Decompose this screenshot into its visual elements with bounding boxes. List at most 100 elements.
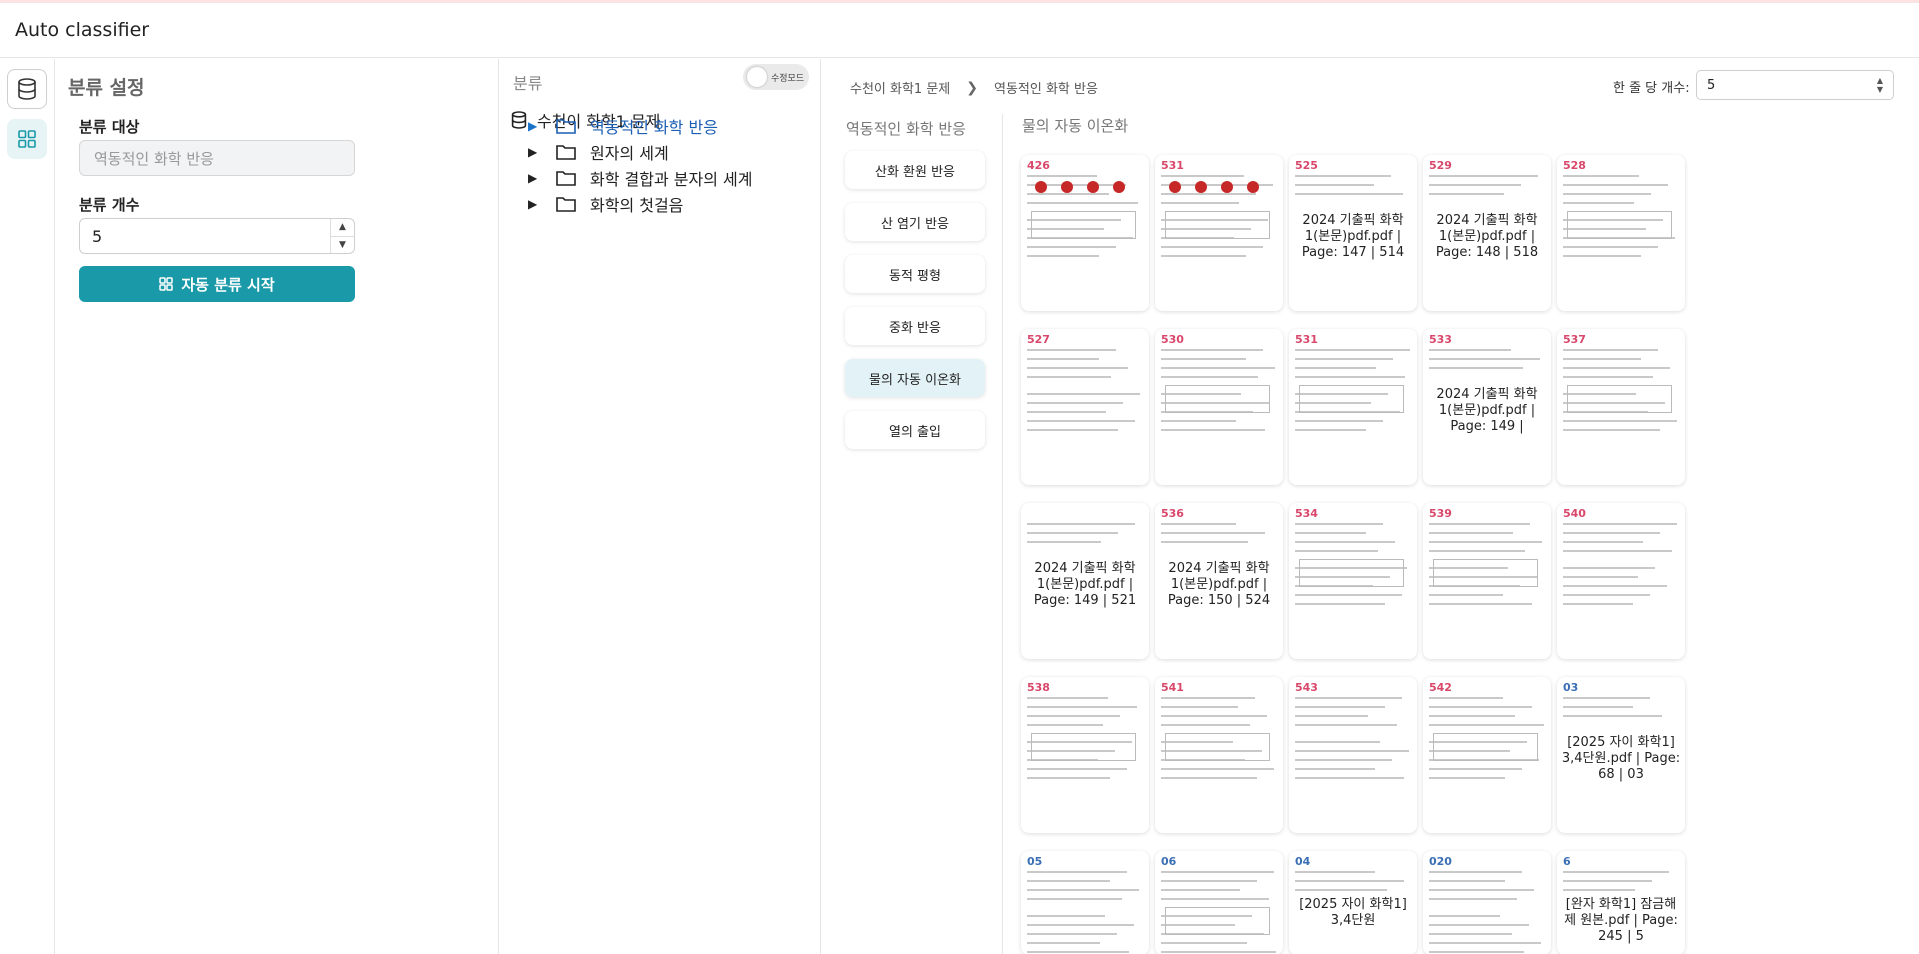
text-line [1563, 880, 1652, 882]
text-line [1295, 741, 1380, 743]
start-classify-button[interactable]: 자동 분류 시작 [79, 266, 355, 302]
text-line [1161, 349, 1263, 351]
question-card[interactable]: 542 [1423, 677, 1551, 833]
text-line [1429, 697, 1503, 699]
text-line [1563, 255, 1641, 257]
text-line [1429, 898, 1517, 900]
question-card[interactable]: 2024 기출픽 화학1(본문)pdf.pdf | Page: 149 | 52… [1021, 503, 1149, 659]
text-line [1295, 889, 1387, 891]
question-card[interactable]: 020 [1423, 851, 1551, 954]
question-card[interactable]: 06 [1155, 851, 1283, 954]
question-card[interactable]: 533 2024 기출픽 화학1(본문)pdf.pdf | Page: 149 | [1423, 329, 1551, 485]
question-number: 531 [1295, 333, 1318, 346]
question-card[interactable]: 03 [2025 자이 화학1] 3,4단원.pdf | Page: 68 | 0… [1557, 677, 1685, 833]
target-input[interactable]: 역동적인 화학 반응 [79, 140, 355, 176]
per-line-value: 5 [1707, 77, 1716, 93]
caret-right-icon[interactable]: ▶ [528, 197, 542, 211]
question-number: 543 [1295, 681, 1318, 694]
question-card[interactable]: 539 [1423, 503, 1551, 659]
text-line [1563, 532, 1660, 534]
text-line [1429, 706, 1532, 708]
text-line [1027, 898, 1122, 900]
question-card[interactable]: 04 [2025 자이 화학1] 3,4단원 [1289, 851, 1417, 954]
tree-node-label: 원자의 세계 [590, 144, 669, 163]
molecule-icon [1035, 181, 1047, 193]
breadcrumb-item[interactable]: 수천이 화학1 문제 [850, 78, 950, 97]
question-number: 020 [1429, 855, 1452, 868]
text-line [1027, 402, 1123, 404]
text-line [1295, 750, 1409, 752]
question-card[interactable]: 531 [1155, 155, 1283, 311]
text-line [1429, 358, 1540, 360]
tree-node-first-step[interactable]: ▶ 화학의 첫걸음 [528, 192, 683, 216]
text-line [1295, 349, 1410, 351]
text-line [1429, 184, 1521, 186]
caret-right-icon[interactable]: ▶ [528, 145, 542, 159]
text-line [1563, 349, 1658, 351]
question-card[interactable]: 537 [1557, 329, 1685, 485]
question-card[interactable]: 525 2024 기출픽 화학1(본문)pdf.pdf | Page: 147 |… [1289, 155, 1417, 311]
divider [1002, 114, 1003, 954]
subtopic-button[interactable]: 산화 환원 반응 [845, 151, 985, 189]
question-card[interactable]: 538 [1021, 677, 1149, 833]
question-card[interactable]: 536 2024 기출픽 화학1(본문)pdf.pdf | Page: 150 |… [1155, 503, 1283, 659]
subtopic-button[interactable]: 중화 반응 [845, 307, 985, 345]
chevron-up-icon[interactable]: ▲ [331, 219, 354, 237]
settings-panel: 분류 설정 분류 대상 역동적인 화학 반응 분류 개수 5 ▲ ▼ 자동 분류… [56, 59, 499, 954]
caret-right-icon[interactable]: ▶ [528, 119, 542, 133]
figure-box [1031, 211, 1136, 239]
count-stepper[interactable]: 5 ▲ ▼ [79, 218, 355, 254]
text-line [1027, 532, 1118, 534]
question-number: 541 [1161, 681, 1184, 694]
question-card[interactable]: 541 [1155, 677, 1283, 833]
text-line [1563, 358, 1641, 360]
question-card[interactable]: 543 [1289, 677, 1417, 833]
tree-node-bond-world[interactable]: ▶ 화학 결합과 분자의 세계 [528, 166, 752, 190]
breadcrumb-item[interactable]: 역동적인 화학 반응 [994, 78, 1098, 97]
text-line [1295, 715, 1368, 717]
text-line [1161, 871, 1274, 873]
question-card[interactable]: 529 2024 기출픽 화학1(본문)pdf.pdf | Page: 148 |… [1423, 155, 1551, 311]
question-card[interactable]: 530 [1155, 329, 1283, 485]
tree-node-atom-world[interactable]: ▶ 원자의 세계 [528, 140, 669, 164]
text-line [1429, 768, 1522, 770]
text-line [1027, 697, 1108, 699]
question-card[interactable]: 426 [1021, 155, 1149, 311]
toggle-knob [747, 67, 767, 87]
edit-mode-toggle[interactable]: 수정모드 [743, 64, 809, 90]
subtopic-button[interactable]: 산 염기 반응 [845, 203, 985, 241]
question-card[interactable]: 528 [1557, 155, 1685, 311]
caret-right-icon[interactable]: ▶ [528, 171, 542, 185]
text-line [1295, 724, 1397, 726]
question-card[interactable]: 527 [1021, 329, 1149, 485]
app-title: Auto classifier [15, 19, 150, 41]
text-line [1295, 184, 1374, 186]
question-card[interactable]: 531 [1289, 329, 1417, 485]
subtopic-button[interactable]: 동적 평형 [845, 255, 985, 293]
database-nav-button[interactable] [7, 69, 47, 109]
per-line-select[interactable]: 5 ▲ ▼ [1696, 70, 1894, 100]
subtopic-button[interactable]: 열의 출입 [845, 411, 985, 449]
text-line [1429, 880, 1505, 882]
classifier-nav-button[interactable] [7, 119, 47, 159]
question-card[interactable]: 6 [완자 화학1] 잠금해제 원본.pdf | Page: 245 | 5 [1557, 851, 1685, 954]
molecule-icon [1221, 181, 1233, 193]
text-line [1027, 915, 1105, 917]
text-line [1027, 411, 1106, 413]
tree-node-dynamic-reaction[interactable]: ▶ 역동적인 화학 반응 [528, 114, 718, 138]
figure-box [1433, 559, 1538, 587]
text-line [1027, 777, 1110, 779]
question-card[interactable]: 05 [1021, 851, 1149, 954]
question-card[interactable]: 534 [1289, 503, 1417, 659]
question-card[interactable]: 540 [1557, 503, 1685, 659]
text-line [1295, 193, 1403, 195]
text-line [1027, 924, 1134, 926]
question-number: 538 [1027, 681, 1050, 694]
chevron-down-icon[interactable]: ▼ [331, 237, 354, 254]
figure-box [1165, 385, 1270, 413]
subtopic-button-active[interactable]: 물의 자동 이온화 [845, 359, 985, 397]
text-line [1161, 898, 1269, 900]
question-number: 05 [1027, 855, 1043, 868]
text-line [1295, 420, 1383, 422]
text-line [1161, 951, 1276, 953]
